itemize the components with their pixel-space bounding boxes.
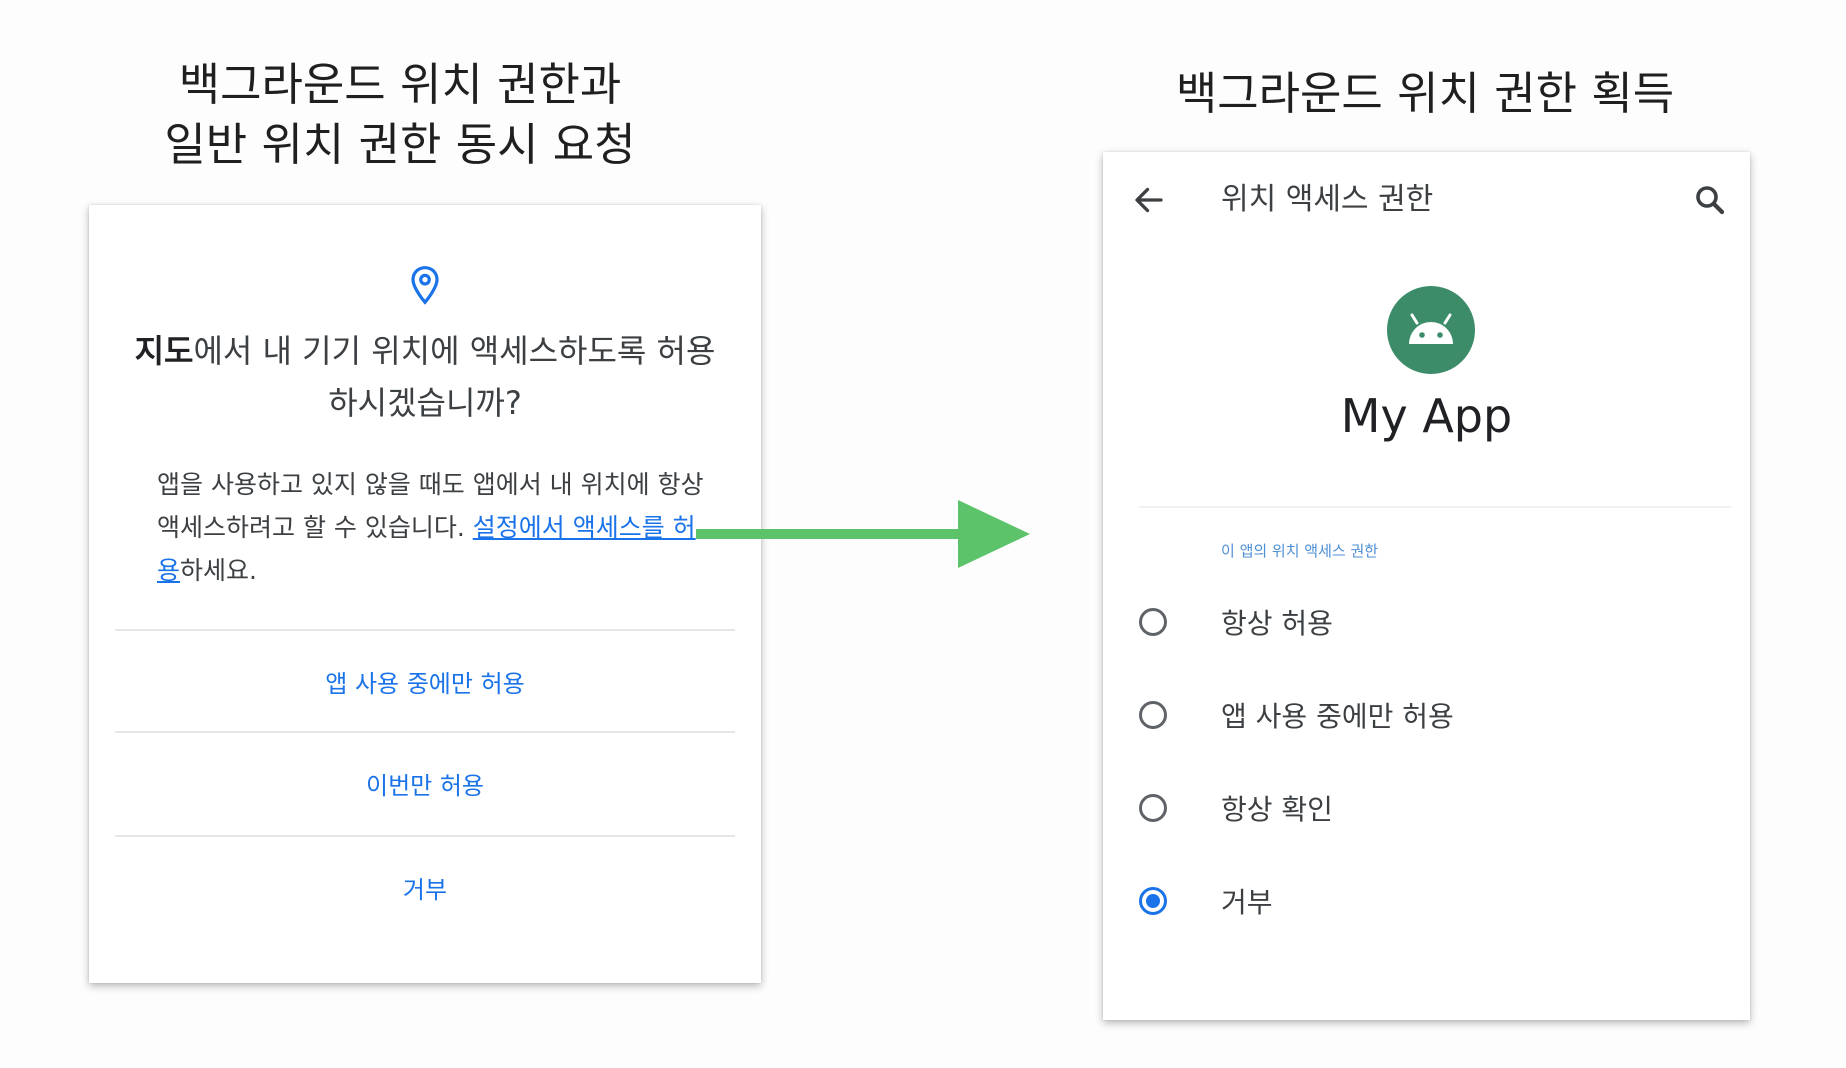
left-heading-line-2: 일반 위치 권한 동시 요청 <box>164 118 636 171</box>
dialog-title-app-name: 지도 <box>134 332 194 370</box>
option-label: 항상 확인 <box>1221 793 1333 826</box>
page-title: 위치 액세스 권한 <box>1221 182 1434 217</box>
android-icon <box>1409 313 1453 344</box>
app-icon <box>1387 286 1475 374</box>
right-heading: 백그라운드 위치 권한 획득 <box>1175 67 1675 120</box>
option-label: 앱 사용 중에만 허용 <box>1221 700 1454 733</box>
option-label: 항상 허용 <box>1221 607 1333 640</box>
location-pin-icon <box>411 266 439 305</box>
radio-button[interactable] <box>1139 608 1167 636</box>
section-label: 이 앱의 위치 액세스 권한 <box>1221 542 1379 560</box>
dialog-body: 앱을 사용하고 있지 않을 때도 앱에서 내 위치에 항상 액세스하려고 할 수… <box>157 463 717 592</box>
deny-button[interactable]: 거부 <box>115 837 735 937</box>
option-allow-always[interactable]: 항상 허용 <box>1103 582 1750 662</box>
dialog-body-tail: 하세요. <box>180 556 257 585</box>
option-ask-every-time[interactable]: 항상 확인 <box>1103 768 1750 848</box>
arrow-left-icon[interactable] <box>1131 182 1167 218</box>
permission-dialog: 지도에서 내 기기 위치에 액세스하도록 허용하시겠습니까? 앱을 사용하고 있… <box>89 205 761 983</box>
option-allow-while-using[interactable]: 앱 사용 중에만 허용 <box>1103 675 1750 755</box>
dialog-title: 지도에서 내 기기 위치에 액세스하도록 허용하시겠습니까? <box>129 325 721 429</box>
left-heading-line-1: 백그라운드 위치 권한과 <box>178 58 622 111</box>
dialog-title-question: 에서 내 기기 위치에 액세스하도록 허용하시겠습니까? <box>193 332 716 422</box>
option-label: 거부 <box>1221 886 1273 919</box>
divider <box>1139 506 1731 508</box>
allow-once-button[interactable]: 이번만 허용 <box>115 733 735 833</box>
search-icon[interactable] <box>1692 182 1728 218</box>
radio-button[interactable] <box>1139 701 1167 729</box>
left-heading: 백그라운드 위치 권한과 일반 위치 권한 동시 요청 <box>90 55 710 175</box>
radio-button-selected[interactable] <box>1139 887 1167 915</box>
app-name: My App <box>1340 389 1513 443</box>
allow-while-using-button[interactable]: 앱 사용 중에만 허용 <box>115 631 735 731</box>
arrow-right-icon <box>696 500 1030 568</box>
option-deny[interactable]: 거부 <box>1103 861 1750 941</box>
radio-button[interactable] <box>1139 794 1167 822</box>
location-permission-settings: 위치 액세스 권한 My App 이 앱의 위치 액세스 권한 항상 허용 앱 … <box>1103 152 1750 1020</box>
